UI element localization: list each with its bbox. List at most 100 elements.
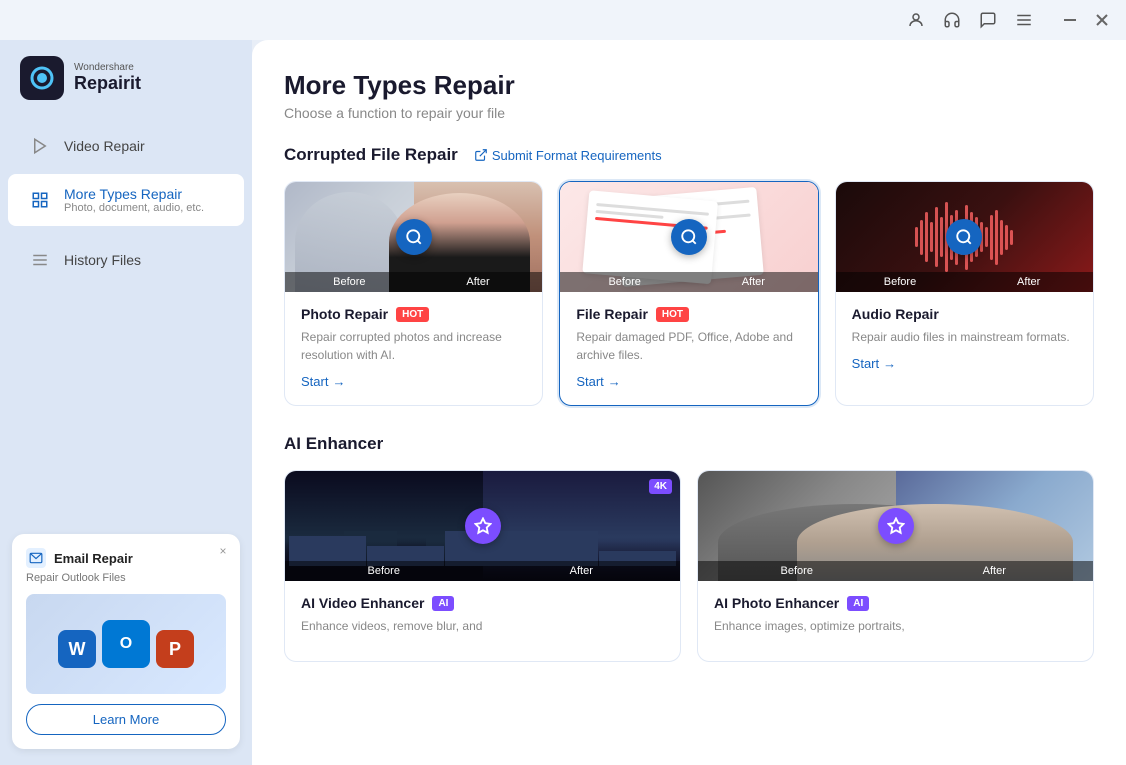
ai-photo-image: Before After xyxy=(698,471,1093,581)
audio-after-label: After xyxy=(964,272,1093,292)
ai-photo-badge: AI xyxy=(847,596,869,611)
corrupted-cards-grid: Before After Photo Repair HOT Repair cor… xyxy=(284,181,1094,406)
photo-before-after-bar: Before After xyxy=(285,272,542,292)
photo-repair-badge: HOT xyxy=(396,307,429,322)
page-title: More Types Repair xyxy=(284,70,1094,101)
photo-repair-icon-overlay xyxy=(396,219,432,255)
sidebar-item-more-types-subtitle: Photo, document, audio, etc. xyxy=(64,202,204,214)
audio-repair-start[interactable]: Start → xyxy=(852,356,1077,371)
ai-photo-title: AI Photo Enhancer xyxy=(714,595,839,611)
audio-repair-card[interactable]: Before After Audio Repair Repair audio f… xyxy=(835,181,1094,406)
ai-video-image: 4K Before After xyxy=(285,471,680,581)
file-after-label: After xyxy=(689,272,818,292)
video-repair-icon xyxy=(28,134,52,158)
file-repair-body: File Repair HOT Repair damaged PDF, Offi… xyxy=(560,292,817,405)
ai-video-enhancer-card[interactable]: 4K Before After AI Video Enhancer xyxy=(284,470,681,662)
app-logo-icon xyxy=(20,56,64,100)
sidebar-item-history-files-label: History Files xyxy=(64,252,141,268)
photo-repair-card[interactable]: Before After Photo Repair HOT Repair cor… xyxy=(284,181,543,406)
headset-icon[interactable] xyxy=(942,10,962,30)
photo-repair-title: Photo Repair xyxy=(301,306,388,322)
photo-repair-body: Photo Repair HOT Repair corrupted photos… xyxy=(285,292,542,405)
powerpoint-icon: P xyxy=(156,630,194,668)
ai-section-title: AI Enhancer xyxy=(284,434,383,454)
logo-text: Wondershare Repairit xyxy=(74,62,141,94)
file-repair-title: File Repair xyxy=(576,306,648,322)
audio-repair-desc: Repair audio files in mainstream formats… xyxy=(852,328,1077,346)
photo-before-label: Before xyxy=(285,272,414,292)
file-before-label: Before xyxy=(560,272,689,292)
logo-brand: Wondershare xyxy=(74,62,141,73)
audio-repair-title: Audio Repair xyxy=(852,306,939,322)
list-icon[interactable] xyxy=(1014,10,1034,30)
ai-section-header: AI Enhancer xyxy=(284,434,1094,454)
promo-email-icon xyxy=(26,548,46,568)
file-repair-image: Before After xyxy=(560,182,817,292)
ai-photo-enhancer-card[interactable]: Before After AI Photo Enhancer AI Enhanc… xyxy=(697,470,1094,662)
main-content: More Types Repair Choose a function to r… xyxy=(252,40,1126,765)
ai-photo-before-after-bar: Before After xyxy=(698,561,1093,581)
ai-photo-icon-overlay xyxy=(878,508,914,544)
ai-video-title: AI Video Enhancer xyxy=(301,595,424,611)
word-icon: W xyxy=(58,630,96,668)
submit-format-label: Submit Format Requirements xyxy=(492,148,662,163)
file-repair-desc: Repair damaged PDF, Office, Adobe and ar… xyxy=(576,328,801,364)
ai-photo-desc: Enhance images, optimize portraits, xyxy=(714,617,1077,635)
outlook-icon: O xyxy=(102,620,150,668)
window-controls xyxy=(1058,8,1114,32)
promo-card: × Email Repair Repair Outlook Files W O … xyxy=(12,534,240,749)
ai-video-icon-overlay xyxy=(465,508,501,544)
corrupted-section-title: Corrupted File Repair xyxy=(284,145,458,165)
submit-format-link[interactable]: Submit Format Requirements xyxy=(474,148,662,163)
audio-before-label: Before xyxy=(836,272,965,292)
photo-repair-desc: Repair corrupted photos and increase res… xyxy=(301,328,526,364)
app-body: Wondershare Repairit Video Repair More T… xyxy=(0,40,1126,765)
promo-header: Email Repair xyxy=(26,548,226,568)
logo-product: Repairit xyxy=(74,73,141,94)
file-repair-icon-overlay xyxy=(671,219,707,255)
person-icon[interactable] xyxy=(906,10,926,30)
corrupted-section-header: Corrupted File Repair Submit Format Requ… xyxy=(284,145,1094,165)
sidebar-item-video-repair[interactable]: Video Repair xyxy=(8,122,244,170)
title-bar xyxy=(0,0,1126,40)
more-types-icon xyxy=(28,188,52,212)
ai-video-before-after-bar: Before After xyxy=(285,561,680,581)
ai-photo-body: AI Photo Enhancer AI Enhance images, opt… xyxy=(698,581,1093,661)
sidebar: Wondershare Repairit Video Repair More T… xyxy=(0,40,252,765)
ai-photo-before-label: Before xyxy=(698,561,896,581)
file-repair-badge: HOT xyxy=(656,307,689,322)
sidebar-item-more-types-label: More Types Repair xyxy=(64,186,182,202)
promo-subtitle: Repair Outlook Files xyxy=(26,572,226,584)
promo-title: Email Repair xyxy=(54,551,133,566)
ai-video-before-label: Before xyxy=(285,561,483,581)
audio-repair-image: Before After xyxy=(836,182,1093,292)
4k-badge: 4K xyxy=(649,479,672,494)
close-button[interactable] xyxy=(1090,8,1114,32)
ai-video-body: AI Video Enhancer AI Enhance videos, rem… xyxy=(285,581,680,661)
photo-repair-image: Before After xyxy=(285,182,542,292)
sidebar-item-more-types-repair[interactable]: More Types Repair Photo, document, audio… xyxy=(8,174,244,226)
audio-before-after-bar: Before After xyxy=(836,272,1093,292)
page-subtitle: Choose a function to repair your file xyxy=(284,105,1094,121)
ai-video-desc: Enhance videos, remove blur, and xyxy=(301,617,664,635)
sidebar-item-video-repair-label: Video Repair xyxy=(64,138,145,154)
chat-icon[interactable] xyxy=(978,10,998,30)
promo-visual: W O P xyxy=(26,594,226,694)
photo-repair-start[interactable]: Start → xyxy=(301,374,526,389)
history-files-icon xyxy=(28,248,52,272)
ai-photo-after-label: After xyxy=(896,561,1094,581)
file-before-after-bar: Before After xyxy=(560,272,817,292)
ai-cards-grid: 4K Before After AI Video Enhancer xyxy=(284,470,1094,662)
audio-repair-icon-overlay xyxy=(946,219,982,255)
sidebar-item-history-files[interactable]: History Files xyxy=(8,236,244,284)
minimize-button[interactable] xyxy=(1058,8,1082,32)
audio-repair-body: Audio Repair Repair audio files in mains… xyxy=(836,292,1093,387)
learn-more-button[interactable]: Learn More xyxy=(26,704,226,735)
file-repair-start[interactable]: Start → xyxy=(576,374,801,389)
promo-close-button[interactable]: × xyxy=(214,542,232,560)
photo-after-label: After xyxy=(414,272,543,292)
logo-area: Wondershare Repairit xyxy=(0,56,252,120)
file-repair-card[interactable]: Before After File Repair HOT Repair dama… xyxy=(559,181,818,406)
ai-video-after-label: After xyxy=(483,561,681,581)
ai-video-badge: AI xyxy=(432,596,454,611)
